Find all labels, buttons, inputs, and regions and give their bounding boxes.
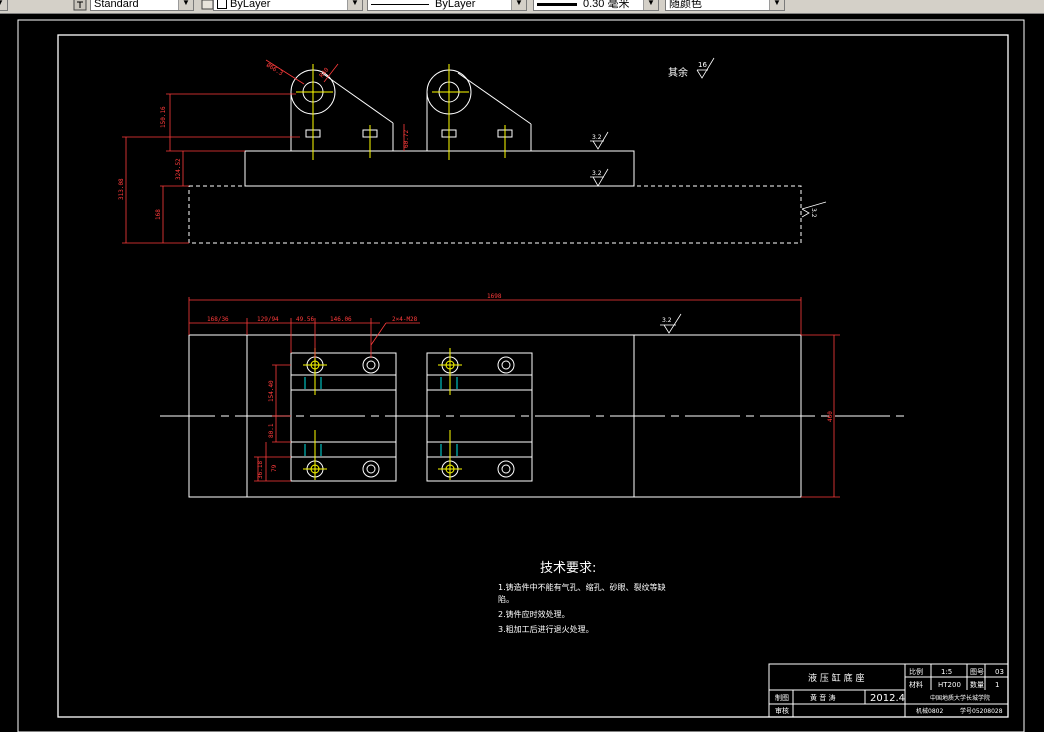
dim-plan-total: 1698 [487, 293, 502, 300]
roughness-3-value: 3.2 [810, 208, 817, 218]
roughness-2-value: 3.2 [592, 170, 602, 177]
tech-item-1a: 1.铸造件中不能有气孔、缩孔、砂眼、裂纹等缺 [498, 582, 666, 592]
plan-centerlines [303, 348, 462, 480]
dim-left-base: 168 [155, 209, 162, 220]
dim-top-h2: 324.52 [175, 158, 182, 180]
dim-top-h1: 150.16 [160, 106, 167, 128]
plan-dimensions [188, 297, 840, 498]
tech-item-1b: 陷。 [498, 594, 514, 604]
dim-plan-a: 168/36 [207, 316, 229, 323]
linetype-preview-icon [371, 3, 429, 5]
base-plate [244, 150, 635, 187]
combo-arrow-icon[interactable]: ▼ [511, 0, 526, 10]
tb-scale-value: 1:5 [941, 668, 952, 676]
title-block-text: 液 压 缸 底 座 比例 1:5 图号 03 材料 HT200 数量 1 制图 … [775, 667, 1004, 715]
tb-count-label: 数量 [970, 680, 984, 689]
text-style-combo[interactable]: Standard ▼ [90, 0, 194, 11]
lineweight-preview-icon [537, 2, 577, 6]
dim-plan-v1: 154.40 [268, 380, 275, 402]
dim-plan-b: 129/94 [257, 316, 279, 323]
tb-number: 学号05208028 [960, 707, 1003, 715]
tb-part-name: 液 压 缸 底 座 [808, 672, 864, 684]
tb-date: 2012.4 [870, 693, 905, 704]
dim-right-h: 60.72 [403, 130, 410, 148]
dim-plan-v4: 79 [271, 464, 278, 472]
text-style-value: Standard [94, 0, 139, 10]
tb-drawn-name: 黄 音 涛 [810, 693, 835, 702]
front-dim-labels: Ø66.3 R40 150.16 324.52 313.08 168 60.72 [118, 62, 410, 220]
color-swatch-icon [217, 0, 227, 10]
text-style-icon[interactable] [72, 0, 88, 11]
tb-material-label: 材料 [909, 680, 923, 689]
lineweight-value: 0.30 毫米 [583, 0, 630, 10]
dim-plan-c: 49.56 [296, 316, 314, 323]
linetype-combo[interactable]: ByLayer ▼ [367, 0, 527, 11]
tb-school: 中国地质大学长城学院 [930, 694, 990, 702]
roughness-other-label: 其余 [668, 66, 688, 79]
plan-bracket-1 [290, 352, 397, 482]
roughness-4-value: 3.2 [662, 317, 672, 324]
dim-plan-v3: 36.18 [257, 461, 264, 479]
dim-top-d1: Ø66.3 [265, 62, 284, 78]
plotstyle-value: 随颜色 [669, 0, 702, 10]
front-centerlines [296, 64, 506, 160]
combo-arrow-icon[interactable]: ▼ [769, 0, 784, 10]
tb-check-label: 审核 [775, 706, 789, 715]
roughness-labels: 其余 16 3.2 3.2 3.2 3.2 [592, 61, 817, 324]
tech-item-3: 3.粗加工后进行退火处理。 [498, 624, 594, 634]
foundation-dashed [188, 185, 802, 244]
roughness-symbols [590, 57, 827, 334]
tech-title: 技术要求: [540, 561, 596, 576]
combo-arrow-icon[interactable]: ▼ [178, 0, 193, 10]
dim-left-total: 313.08 [118, 178, 125, 200]
tb-material: HT200 [938, 681, 961, 689]
color-value: ByLayer [230, 0, 271, 10]
combo-arrow-icon[interactable]: ▼ [0, 0, 7, 10]
tb-sheet-value: 03 [995, 668, 1004, 676]
tb-scale-label: 比例 [909, 667, 923, 676]
lineweight-combo[interactable]: 0.30 毫米 ▼ [533, 0, 659, 11]
plan-dim-labels: 1698 168/36 129/94 49.56 146.06 2×4-M28 … [207, 293, 834, 479]
roughness-other-value: 16 [698, 61, 707, 69]
properties-toolbar: ▼ Standard ▼ ByLayer ▼ ByLayer ▼ 0.30 毫米… [0, 0, 1044, 14]
roughness-1-value: 3.2 [592, 134, 602, 141]
dim-plan-v2: 80.1 [268, 423, 275, 438]
tech-item-2: 2.铸件应时效处理。 [498, 609, 570, 619]
drawing-canvas[interactable]: Ø66.3 R40 150.16 324.52 313.08 168 60.72… [0, 14, 1044, 732]
dim-plan-height: 460 [827, 411, 834, 422]
dim-plan-holes: 2×4-M28 [392, 316, 418, 323]
front-view [188, 69, 802, 244]
tb-class: 机械0802 [916, 707, 943, 715]
partial-combo[interactable]: ▼ [0, 0, 8, 11]
combo-arrow-icon[interactable]: ▼ [347, 0, 362, 10]
plotstyle-combo[interactable]: 随颜色 ▼ [665, 0, 785, 11]
tb-sheet-label: 图号 [970, 668, 984, 676]
color-combo[interactable]: ByLayer ▼ [213, 0, 363, 11]
tb-drawn-label: 制图 [775, 693, 789, 702]
plan-bracket-2 [426, 352, 533, 482]
tb-count-value: 1 [995, 681, 999, 689]
roughness-3-icon [801, 208, 810, 218]
dim-plan-d: 146.06 [330, 316, 352, 323]
linetype-value: ByLayer [435, 0, 476, 10]
tech-requirements: 技术要求: 1.铸造件中不能有气孔、缩孔、砂眼、裂纹等缺 陷。 2.铸件应时效处… [498, 561, 666, 634]
combo-arrow-icon[interactable]: ▼ [643, 0, 658, 10]
